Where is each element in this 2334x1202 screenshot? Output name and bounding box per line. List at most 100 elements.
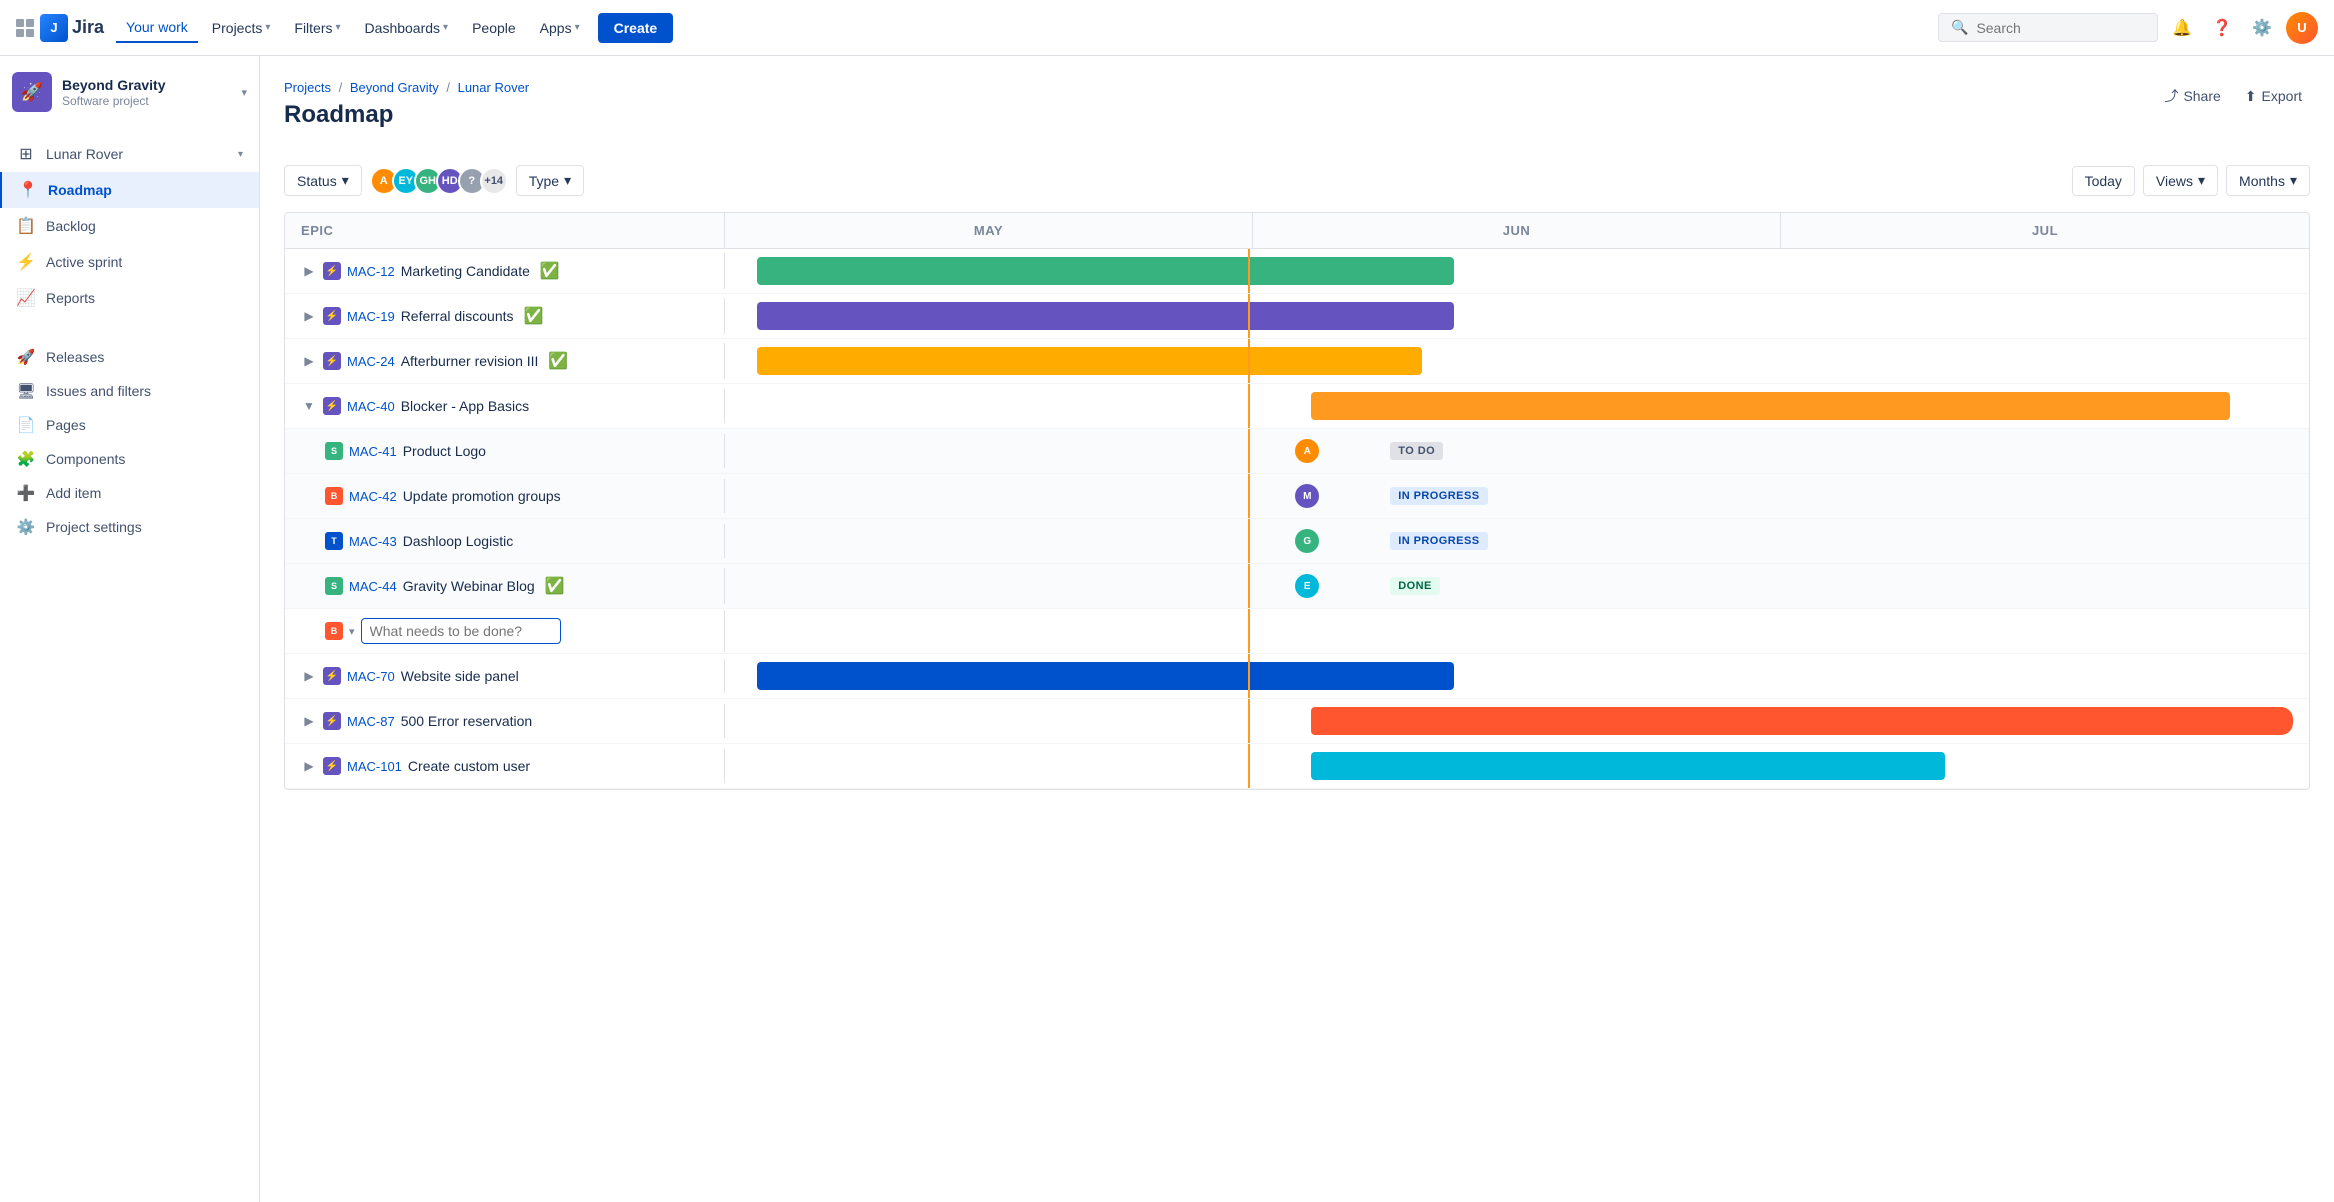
name-mac-101: Create custom user [408,758,530,774]
add-item-label: Add item [46,485,101,501]
expand-mac-40[interactable]: ▼ [301,399,317,413]
row-mac-19-left: ▶ ⚡ MAC-19 Referral discounts ✅ [285,298,725,334]
bar-mac-24[interactable] [757,347,1422,375]
code-mac-44[interactable]: MAC-44 [349,579,397,594]
expand-mac-12[interactable]: ▶ [301,264,317,278]
search-input[interactable] [1976,20,2145,36]
user-avatar[interactable]: U [2286,12,2318,44]
main-layout: 🚀 Beyond Gravity Software project ▾ ⊞ Lu… [0,56,2334,1202]
row-mac-101-left: ▶ ⚡ MAC-101 Create custom user [285,749,725,783]
expand-mac-19[interactable]: ▶ [301,309,317,323]
sidebar-nav: ⊞ Lunar Rover ▾ 📍 Roadmap 📋 Backlog ⚡ Ac… [0,128,259,324]
share-button[interactable]: ⤴ Share [2156,80,2228,112]
nav-apps[interactable]: Apps ▾ [530,14,590,42]
roadmap-icon: 📍 [18,180,38,200]
add-icon: ➕ [16,484,36,502]
bar-mac-70[interactable] [757,662,1454,690]
code-mac-101[interactable]: MAC-101 [347,759,402,774]
expand-mac-101[interactable]: ▶ [301,759,317,773]
new-item-expand[interactable]: ▾ [349,625,355,638]
done-icon-mac-12: ✅ [540,261,560,281]
nav-projects[interactable]: Projects ▾ [202,14,281,42]
expand-mac-24[interactable]: ▶ [301,354,317,368]
export-button[interactable]: ⬆ Export [2237,82,2310,111]
code-mac-87[interactable]: MAC-87 [347,714,395,729]
status-filter-button[interactable]: Status ▾ [284,165,362,196]
month-may: MAY [725,213,1253,248]
sidebar-item-board[interactable]: ⊞ Lunar Rover ▾ [0,136,259,172]
code-mac-43[interactable]: MAC-43 [349,534,397,549]
bar-mac-87[interactable] [1311,707,2293,735]
code-mac-40[interactable]: MAC-40 [347,399,395,414]
sidebar-item-backlog[interactable]: 📋 Backlog [0,208,259,244]
releases-label: Releases [46,349,104,365]
code-mac-24[interactable]: MAC-24 [347,354,395,369]
help-button[interactable]: ❓ [2206,12,2238,44]
epic-icon-mac-87: ⚡ [323,712,341,730]
sidebar-item-add-item[interactable]: ➕ Add item [0,476,259,510]
sidebar-item-reports[interactable]: 📈 Reports [0,280,259,316]
sidebar-item-releases[interactable]: 🚀 Releases [0,340,259,374]
months-chevron-icon: ▾ [2290,172,2297,189]
views-button[interactable]: Views ▾ [2143,165,2218,196]
new-item-input[interactable] [361,618,561,644]
type-filter-button[interactable]: Type ▾ [516,165,584,196]
breadcrumb-projects[interactable]: Projects [284,80,331,95]
settings-button[interactable]: ⚙️ [2246,12,2278,44]
sidebar-item-components[interactable]: 🧩 Components [0,442,259,476]
code-mac-19[interactable]: MAC-19 [347,309,395,324]
jira-logo[interactable]: J Jira [40,14,104,42]
backlog-icon: 📋 [16,216,36,236]
nav-filters[interactable]: Filters ▾ [284,14,350,42]
sidebar-item-active-sprint[interactable]: ⚡ Active sprint [0,244,259,280]
month-jul: JUL [1781,213,2309,248]
create-button[interactable]: Create [598,13,674,43]
code-mac-12[interactable]: MAC-12 [347,264,395,279]
code-mac-42[interactable]: MAC-42 [349,489,397,504]
project-icon: 🚀 [12,72,52,112]
month-jun: JUN [1253,213,1781,248]
sidebar-section: 🚀 Releases 🖥 Issues and filters 📄 Pages … [0,324,259,544]
table-row: ▶ ⚡ MAC-12 Marketing Candidate ✅ [285,249,2309,294]
today-button[interactable]: Today [2072,166,2135,196]
type-chevron-icon: ▾ [564,172,571,189]
nav-people[interactable]: People [462,14,526,42]
grid-icon[interactable] [16,19,34,37]
sidebar-item-issues-filters[interactable]: 🖥 Issues and filters [0,374,259,408]
nav-dashboards[interactable]: Dashboards ▾ [355,14,459,42]
dashboards-chevron-icon: ▾ [443,22,448,33]
notifications-button[interactable]: 🔔 [2166,12,2198,44]
breadcrumb-page[interactable]: Lunar Rover [458,80,530,95]
code-mac-41[interactable]: MAC-41 [349,444,397,459]
issues-icon: 🖥 [16,382,36,400]
months-button[interactable]: Months ▾ [2226,165,2310,196]
table-row: ▶ ⚡ MAC-101 Create custom user [285,744,2309,789]
row-mac-40-right [725,384,2309,428]
sidebar-item-roadmap[interactable]: 📍 Roadmap [0,172,259,208]
avatar-count[interactable]: +14 [480,167,508,195]
project-header[interactable]: 🚀 Beyond Gravity Software project ▾ [0,56,259,128]
sidebar-item-project-settings[interactable]: ⚙️ Project settings [0,510,259,544]
gantt-epic-header: Epic [285,213,725,248]
sidebar-item-pages[interactable]: 📄 Pages [0,408,259,442]
expand-mac-70[interactable]: ▶ [301,669,317,683]
row-mac-41-right: A TO DO [725,429,2309,473]
bar-mac-40[interactable] [1311,392,2230,420]
releases-icon: 🚀 [16,348,36,366]
search-box[interactable]: 🔍 [1938,13,2158,42]
row-mac-70-left: ▶ ⚡ MAC-70 Website side panel [285,659,725,693]
row-mac-42-right: M IN PROGRESS [725,474,2309,518]
toolbar-right: Today Views ▾ Months ▾ [2072,165,2310,196]
table-row: ▶ ⚡ MAC-24 Afterburner revision III ✅ [285,339,2309,384]
issues-filters-label: Issues and filters [46,383,151,399]
expand-mac-87[interactable]: ▶ [301,714,317,728]
bar-mac-19[interactable] [757,302,1454,330]
status-mac-42: IN PROGRESS [1390,487,1487,505]
row-mac-12-left: ▶ ⚡ MAC-12 Marketing Candidate ✅ [285,253,725,289]
bar-mac-12[interactable] [757,257,1454,285]
row-mac-42-left: B MAC-42 Update promotion groups [285,479,725,513]
code-mac-70[interactable]: MAC-70 [347,669,395,684]
nav-your-work[interactable]: Your work [116,13,198,43]
bar-mac-101[interactable] [1311,752,1945,780]
breadcrumb-project[interactable]: Beyond Gravity [350,80,439,95]
